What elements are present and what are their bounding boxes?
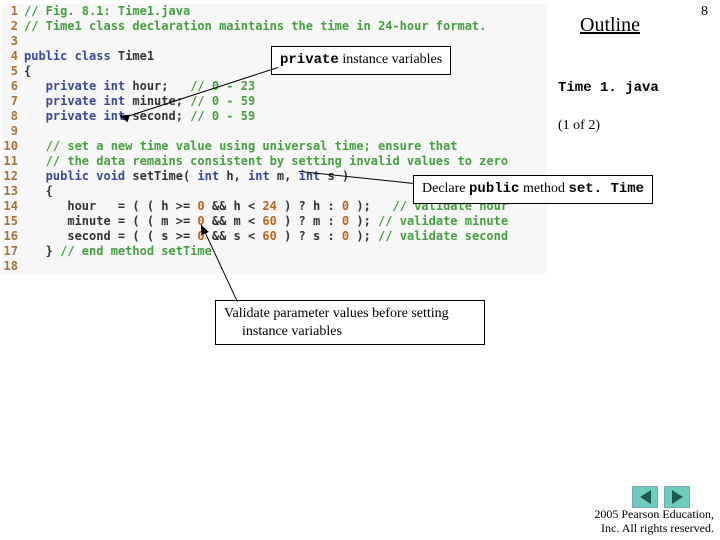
- file-label: Time 1. java: [558, 80, 659, 96]
- page-indicator: (1 of 2): [558, 118, 600, 134]
- triangle-right-icon: [672, 490, 683, 504]
- triangle-left-icon: [640, 490, 651, 504]
- callout-private-vars: private instance variables: [271, 46, 451, 75]
- callout-declare-settime: Declare public method set. Time: [413, 175, 653, 204]
- nav-buttons: [632, 486, 690, 508]
- line-number: 1: [2, 4, 24, 19]
- next-button[interactable]: [664, 486, 690, 508]
- outline-heading: Outline: [580, 14, 640, 37]
- callout-validate: Validate parameter values before setting…: [215, 300, 485, 345]
- prev-button[interactable]: [632, 486, 658, 508]
- code-listing: 1// Fig. 8.1: Time1.java 2// Time1 class…: [2, 4, 547, 274]
- page-number: 8: [701, 4, 708, 20]
- copyright: 2005 Pearson Education, Inc. All rights …: [594, 508, 714, 536]
